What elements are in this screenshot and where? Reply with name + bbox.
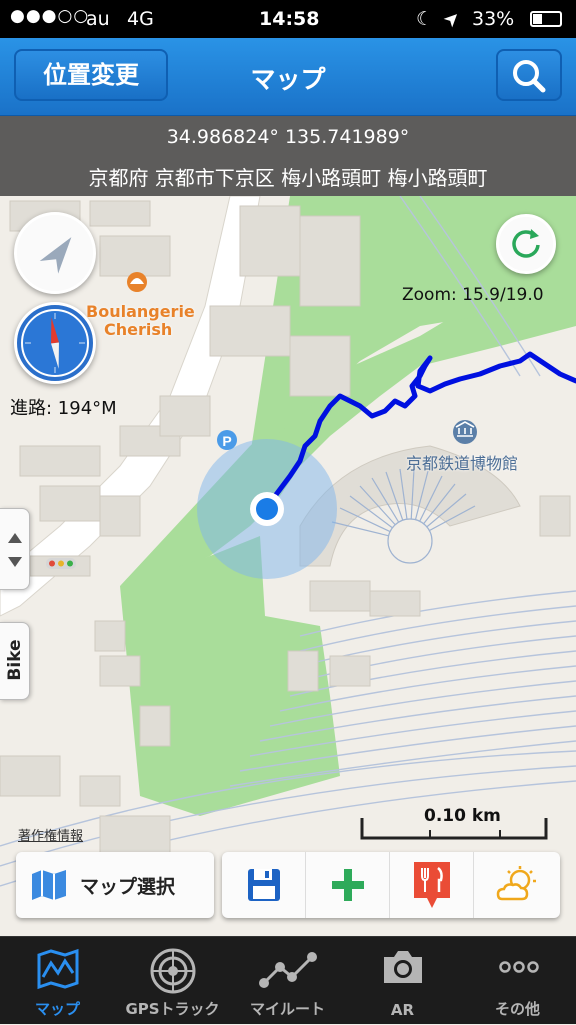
bike-tab-label: Bike	[5, 639, 25, 681]
tab-map-label: マップ	[34, 1000, 80, 1018]
plus-icon	[332, 869, 364, 901]
tab-ar[interactable]: AR	[345, 937, 460, 1025]
copyright-link[interactable]: 著作権情報	[18, 825, 83, 844]
map-icon	[32, 870, 66, 900]
signal-strength: ●●●○○	[10, 6, 90, 26]
moon-icon: ☾	[416, 8, 434, 30]
tab-more-label: その他	[494, 1000, 540, 1018]
search-icon	[513, 60, 546, 93]
tab-gps-track-label: GPSトラック	[125, 1000, 220, 1018]
updown-tab[interactable]	[0, 508, 30, 590]
map-view[interactable]: P Zoom: 15.9/19.0 進路: 194°M Boulangerie …	[0, 196, 576, 936]
location-arrow-icon: ➤	[438, 5, 466, 33]
fork-knife-icon	[414, 862, 450, 908]
tab-gps-track[interactable]: GPSトラック	[115, 937, 230, 1025]
tab-map[interactable]: マップ	[0, 937, 115, 1025]
sun-cloud-icon	[496, 866, 536, 901]
locate-me-button[interactable]	[14, 212, 96, 294]
tab-my-route-label: マイルート	[249, 1000, 325, 1018]
tab-my-route[interactable]: マイルート	[230, 937, 345, 1025]
navigation-arrow-icon	[39, 237, 72, 274]
action-toolbar	[222, 852, 560, 918]
map-select-button[interactable]: マップ選択	[16, 852, 214, 918]
search-button[interactable]	[496, 49, 562, 101]
bike-mode-tab[interactable]: Bike	[0, 622, 30, 700]
change-location-button[interactable]: 位置変更	[14, 49, 168, 101]
radar-icon	[150, 948, 196, 994]
scale-label: 0.10 km	[424, 806, 501, 826]
map-icon	[37, 948, 79, 990]
poi-bakery-label-line2: Cherish	[104, 320, 173, 339]
location-info-bar: 34.986824° 135.741989° 京都府 京都市下京区 梅小路頭町 …	[0, 116, 576, 196]
tab-bar: マップ GPSトラック マイルート AR その他	[0, 936, 576, 1024]
floppy-disk-icon	[248, 869, 280, 901]
heading-readout: 進路: 194°M	[10, 398, 117, 419]
coordinates-readout: 34.986824° 135.741989°	[166, 126, 410, 148]
nav-bar: 位置変更 マップ	[0, 38, 576, 116]
refresh-icon	[512, 229, 540, 258]
turntable	[387, 518, 433, 564]
carrier-label: au	[86, 8, 110, 30]
poi-bakery-label-line1: Boulangerie	[86, 302, 195, 321]
camera-icon	[384, 951, 422, 983]
tab-more[interactable]: その他	[460, 937, 575, 1025]
battery-percent: 33%	[472, 8, 515, 30]
compass-button[interactable]	[14, 302, 96, 384]
refresh-button[interactable]	[496, 214, 556, 274]
location-dot	[256, 498, 278, 520]
address-readout: 京都府 京都市下京区 梅小路頭町 梅小路頭町	[88, 166, 488, 190]
poi-museum-label: 京都鉄道博物館	[406, 454, 519, 473]
add-button[interactable]	[306, 852, 390, 918]
weather-button[interactable]	[474, 852, 560, 918]
up-down-arrows-icon	[8, 533, 22, 567]
restaurant-button[interactable]	[390, 852, 474, 918]
clock: 14:58	[259, 8, 320, 30]
tab-ar-label: AR	[390, 1001, 415, 1019]
battery-icon	[530, 11, 562, 27]
compass-icon	[21, 309, 89, 377]
zoom-readout: Zoom: 15.9/19.0	[402, 285, 544, 305]
svg-text:P: P	[222, 433, 231, 449]
network-label: 4G	[127, 8, 154, 30]
save-button[interactable]	[222, 852, 306, 918]
map-select-label: マップ選択	[80, 876, 176, 898]
route-icon	[259, 952, 317, 988]
more-icon	[499, 961, 539, 973]
status-bar: ●●●○○ au 4G 14:58 ☾ ➤ 33%	[0, 0, 576, 38]
